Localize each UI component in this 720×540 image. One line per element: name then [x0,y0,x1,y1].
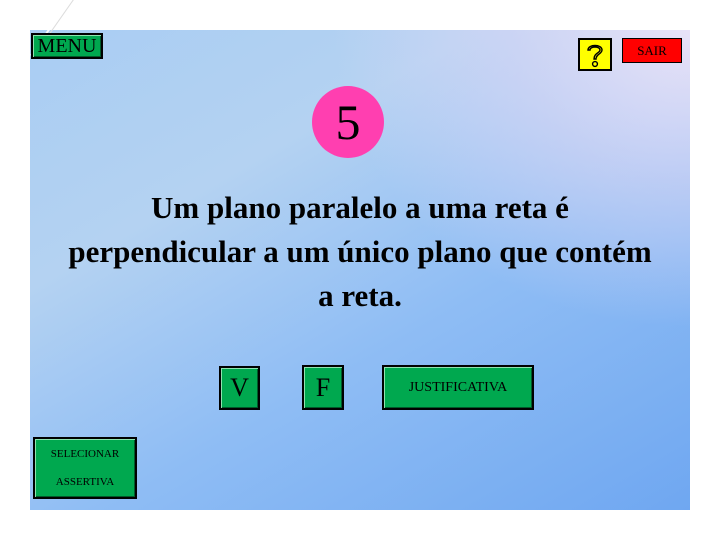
true-button[interactable]: V [219,366,260,410]
menu-button[interactable]: MENU [31,33,103,59]
question-text: Um plano paralelo a uma reta é perpendic… [68,190,652,313]
question-mark-icon [587,44,603,67]
justify-button[interactable]: JUSTIFICATIVA [382,365,534,410]
question-number: 5 [312,86,384,158]
exit-button[interactable]: SAIR [622,38,682,63]
select-assertion-button[interactable]: SELECIONAR ASSERTIVA [33,437,137,499]
false-button[interactable]: F [302,365,344,410]
select-line-2: ASSERTIVA [55,476,115,488]
select-line-1: SELECIONAR [50,448,120,460]
help-button[interactable] [578,38,612,71]
